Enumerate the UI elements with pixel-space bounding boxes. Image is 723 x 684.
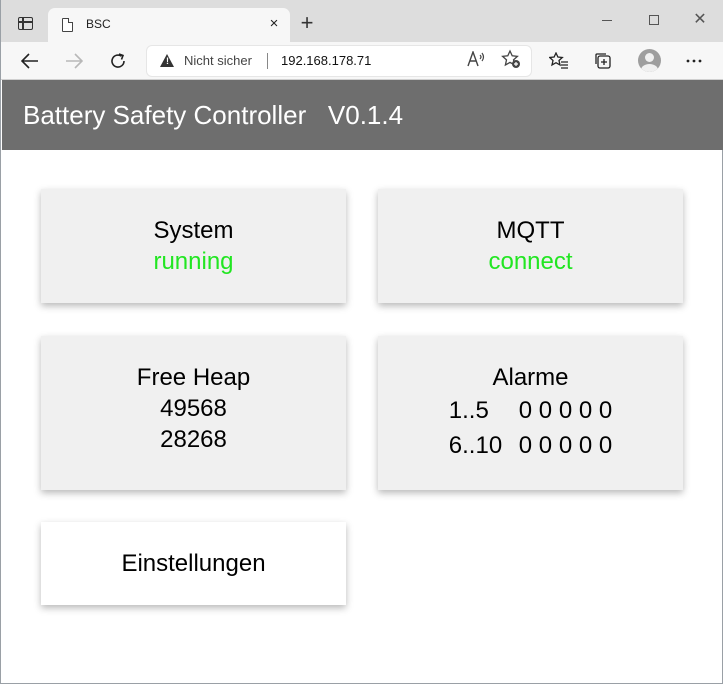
back-icon[interactable] — [17, 48, 43, 74]
settings-button[interactable]: Einstellungen — [41, 522, 346, 605]
mqtt-card: MQTT connect — [378, 189, 683, 303]
warning-icon[interactable]: ! — [160, 54, 174, 67]
add-favorite-icon[interactable] — [501, 49, 521, 74]
close-tab-icon[interactable]: × — [266, 15, 282, 33]
tab-bsc[interactable]: BSC × — [48, 8, 290, 42]
maximize-icon[interactable] — [649, 15, 659, 25]
alarm-values: 0 0 0 0 0 — [518, 432, 613, 459]
alarm-range: 1..5 — [448, 397, 489, 424]
profile-icon[interactable] — [638, 49, 661, 72]
mqtt-status: connect — [488, 248, 573, 275]
page-icon — [62, 18, 73, 32]
system-label: System — [153, 217, 234, 244]
forward-icon[interactable] — [61, 48, 87, 74]
security-label[interactable]: Nicht sicher — [184, 53, 252, 68]
url-text[interactable]: 192.168.178.71 — [281, 53, 371, 68]
collections-icon[interactable] — [590, 48, 616, 74]
mqtt-label: MQTT — [496, 217, 565, 244]
alarm-range: 6..10 — [448, 432, 503, 459]
favorites-icon[interactable] — [546, 48, 572, 74]
address-separator — [267, 53, 268, 69]
tab-strip: BSC × + ✕ — [1, 0, 723, 42]
free-heap-value-2: 28268 — [160, 426, 227, 453]
tab-actions-icon[interactable] — [18, 17, 33, 30]
settings-label: Einstellungen — [121, 550, 266, 577]
free-heap-card: Free Heap 49568 28268 — [41, 336, 346, 490]
alarm-row: 1..5 0 0 0 0 0 — [378, 395, 683, 426]
new-tab-button[interactable]: + — [297, 12, 317, 34]
browser-window: BSC × + ✕ ! Nicht sicher 192.168.178.71 — [0, 0, 723, 684]
alarm-row: 6..10 0 0 0 0 0 — [378, 430, 683, 461]
alarm-values: 0 0 0 0 0 — [518, 397, 613, 424]
window-close-icon[interactable]: ✕ — [691, 11, 709, 29]
reload-icon[interactable] — [105, 48, 131, 74]
page-title: Battery Safety Controller V0.1.4 — [23, 100, 404, 130]
alarms-label: Alarme — [492, 364, 569, 391]
page-header: Battery Safety Controller V0.1.4 — [2, 80, 723, 150]
more-icon[interactable] — [681, 48, 707, 74]
system-status: running — [153, 248, 234, 275]
address-bar[interactable]: ! Nicht sicher 192.168.178.71 — [147, 46, 531, 76]
read-aloud-icon[interactable] — [467, 49, 485, 70]
tab-title: BSC — [86, 17, 111, 31]
browser-toolbar: ! Nicht sicher 192.168.178.71 — [1, 42, 723, 80]
minimize-icon[interactable] — [602, 20, 612, 21]
free-heap-value-1: 49568 — [160, 395, 227, 422]
alarms-card: Alarme 1..5 0 0 0 0 0 6..10 0 0 0 0 0 — [378, 336, 683, 490]
system-card: System running — [41, 189, 346, 303]
free-heap-label: Free Heap — [136, 364, 251, 391]
